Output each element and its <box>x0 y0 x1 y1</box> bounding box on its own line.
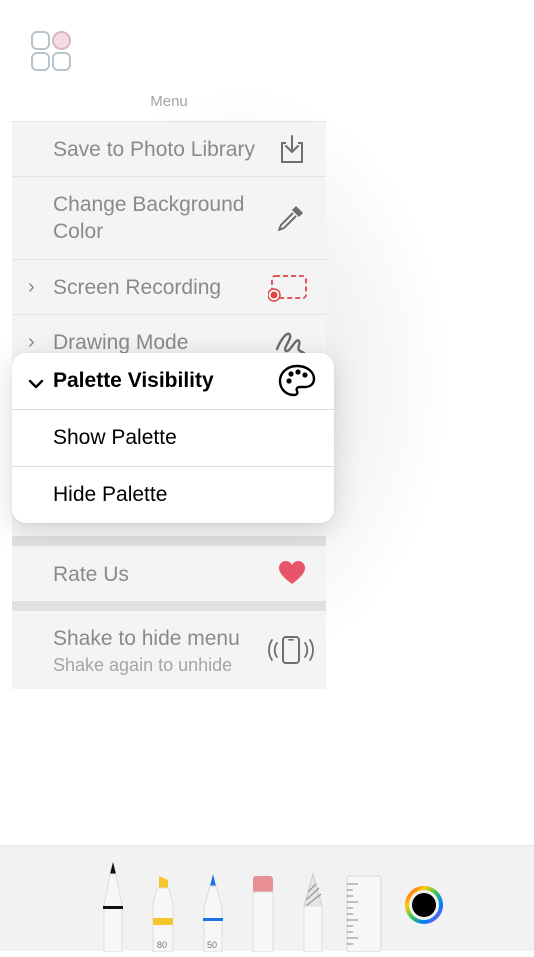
option-label: Show Palette <box>53 426 177 449</box>
rate-us-item[interactable]: Rate Us <box>12 546 326 601</box>
change-background-color-item[interactable]: Change Background Color <box>12 176 326 259</box>
pen-tool[interactable] <box>100 860 126 957</box>
menu-item-label: Change Background Color <box>53 191 244 245</box>
app-grid-icon[interactable] <box>30 30 74 74</box>
screen-recording-icon <box>267 274 308 308</box>
chevron-right-icon: › <box>28 331 35 353</box>
lasso-tool[interactable] <box>300 872 326 957</box>
tool-palette: 80 50 <box>0 845 534 953</box>
menu-item-sublabel: Shake again to unhide <box>53 655 233 675</box>
palette-visibility-header[interactable]: Palette Visibility <box>12 353 334 409</box>
separator <box>12 601 326 611</box>
chevron-down-icon <box>28 372 44 396</box>
menu-item-label: Save to Photo Library <box>53 138 255 161</box>
palette-visibility-popup: Palette Visibility Show Palette Hide Pal… <box>12 353 334 523</box>
pencil-tool[interactable]: 50 <box>200 872 226 957</box>
show-palette-option[interactable]: Show Palette <box>12 409 334 466</box>
menu-item-label: Drawing Mode <box>53 331 189 354</box>
separator <box>12 536 326 546</box>
eraser-tool[interactable] <box>250 874 276 957</box>
color-picker-button[interactable] <box>405 886 443 929</box>
shake-to-hide-item[interactable]: Shake to hide menu Shake again to unhide <box>12 611 326 689</box>
screen-recording-item[interactable]: › Screen Recording <box>12 259 326 314</box>
chevron-right-icon: › <box>28 276 35 298</box>
palette-icon <box>278 364 316 404</box>
menu-item-label: Screen Recording <box>53 276 222 299</box>
option-label: Hide Palette <box>53 483 168 506</box>
shake-phone-icon <box>268 635 314 671</box>
marker-size-label: 80 <box>157 940 168 950</box>
menu-title: Menu <box>150 93 188 110</box>
menu-item-label: Rate Us <box>53 563 129 586</box>
download-icon <box>278 134 306 170</box>
marker-tool[interactable]: 80 <box>150 874 176 957</box>
pencil-size-label: 50 <box>207 940 218 950</box>
label-line-1: Change Background <box>53 193 245 216</box>
save-to-photo-library-item[interactable]: Save to Photo Library <box>12 121 326 176</box>
hide-palette-option[interactable]: Hide Palette <box>12 466 334 523</box>
palette-visibility-label: Palette Visibility <box>53 369 214 392</box>
ruler-tool[interactable] <box>346 874 382 957</box>
label-line-2: Color <box>53 220 104 243</box>
menu-item-label: Shake to hide menu <box>53 627 240 650</box>
eyedropper-icon <box>276 203 306 239</box>
heart-icon <box>278 560 306 592</box>
